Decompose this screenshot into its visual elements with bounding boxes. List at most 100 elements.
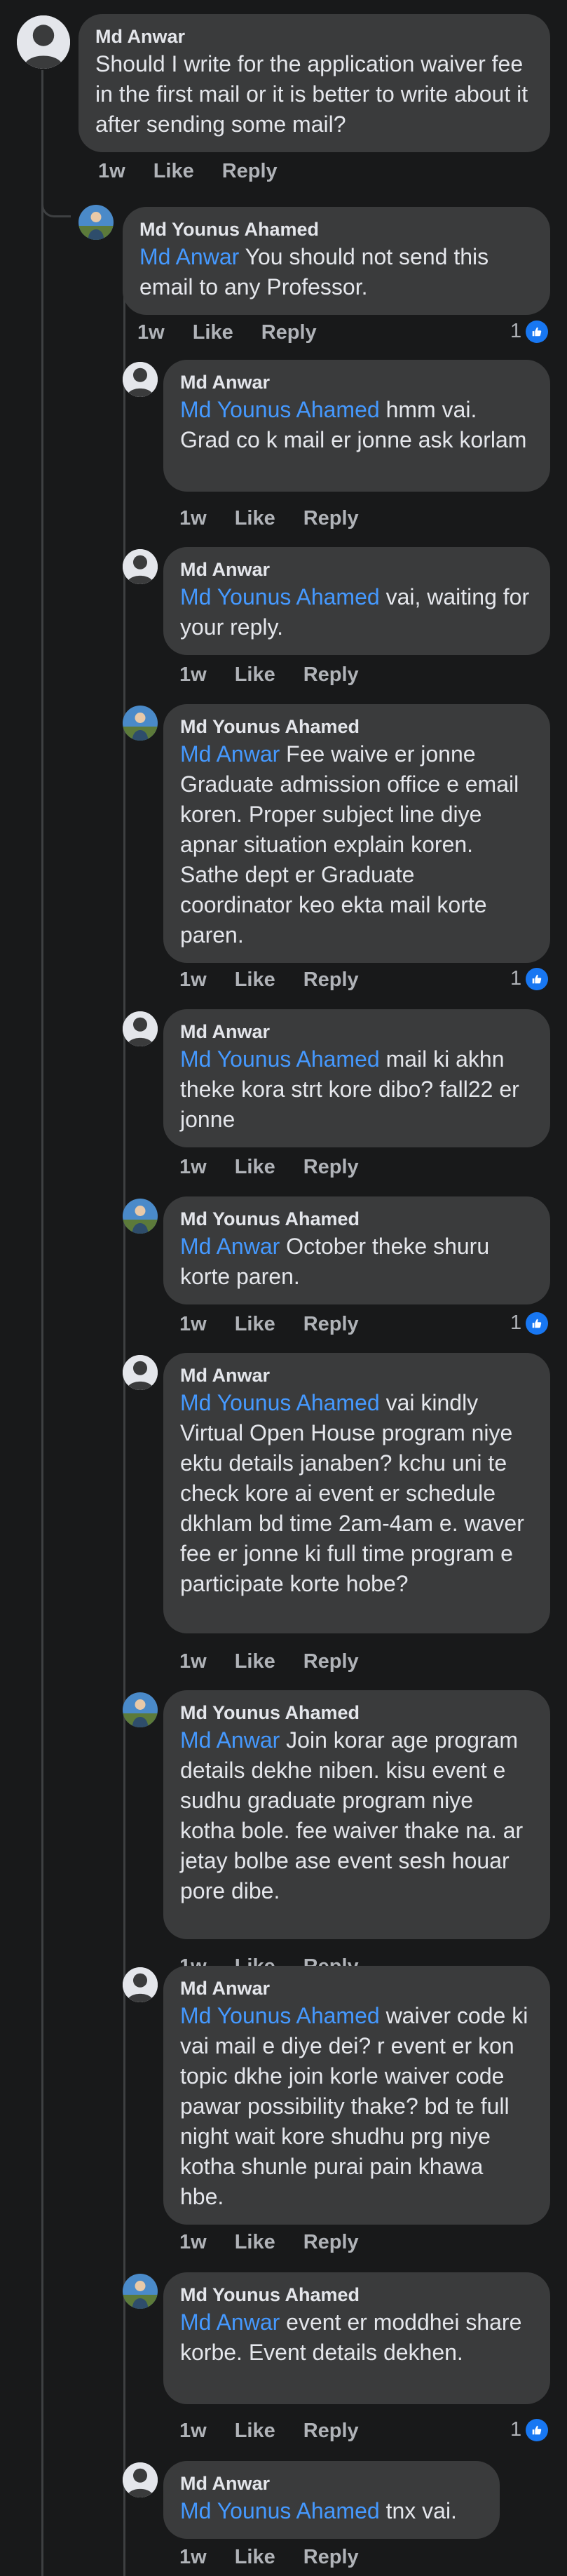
comment-timestamp[interactable]: 1w	[179, 506, 207, 531]
comment-author[interactable]: Md Anwar	[95, 24, 532, 49]
comment-actions: 1w Like Reply	[179, 506, 387, 531]
comment-timestamp[interactable]: 1w	[179, 2418, 207, 2443]
comment-text: Md Younus Ahamed hmm vai. Grad co k mail…	[180, 395, 532, 455]
reply-button[interactable]: Reply	[303, 2230, 359, 2255]
comment-text: Md Anwar October theke shuru korte paren…	[180, 1232, 532, 1292]
like-button[interactable]: Like	[235, 2544, 275, 2570]
avatar[interactable]	[123, 1967, 158, 2002]
reply-button[interactable]: Reply	[303, 2418, 359, 2443]
avatar[interactable]	[123, 1199, 158, 1234]
mention-link[interactable]: Md Anwar	[180, 2309, 280, 2335]
comment-author[interactable]: Md Anwar	[180, 370, 532, 395]
comment-author[interactable]: Md Younus Ahamed	[180, 2282, 532, 2307]
avatar[interactable]	[123, 362, 158, 397]
avatar[interactable]	[123, 1011, 158, 1046]
avatar[interactable]	[123, 2274, 158, 2309]
reply-button[interactable]: Reply	[303, 1649, 359, 1674]
reply-button[interactable]: Reply	[303, 662, 359, 687]
comment-bubble: Md Younus Ahamed Md Anwar Join korar age …	[163, 1690, 550, 1939]
avatar[interactable]	[123, 706, 158, 741]
comment-body: vai kindly Virtual Open House program ni…	[180, 1390, 524, 1596]
like-button[interactable]: Like	[235, 1649, 275, 1674]
comment-author[interactable]: Md Younus Ahamed	[180, 714, 532, 739]
comment-timestamp[interactable]: 1w	[98, 159, 125, 184]
mention-link[interactable]: Md Younus Ahamed	[180, 2003, 380, 2028]
comment-actions: 1w Like Reply	[98, 159, 306, 184]
reply-button[interactable]: Reply	[261, 320, 317, 345]
comment-timestamp[interactable]: 1w	[179, 967, 207, 992]
like-button[interactable]: Like	[235, 1311, 275, 1337]
reply-button[interactable]: Reply	[303, 967, 359, 992]
like-button[interactable]: Like	[235, 2230, 275, 2255]
mention-link[interactable]: Md Anwar	[139, 244, 239, 269]
mention-link[interactable]: Md Anwar	[180, 1727, 280, 1753]
comment-author[interactable]: Md Anwar	[180, 2471, 481, 2496]
mention-link[interactable]: Md Younus Ahamed	[180, 584, 380, 609]
reaction-count[interactable]: 1	[510, 1311, 549, 1335]
comment-author[interactable]: Md Younus Ahamed	[139, 217, 532, 242]
comment-actions: 1w Like Reply	[179, 2230, 387, 2255]
avatar[interactable]	[17, 15, 70, 69]
comment-text: Should I write for the application waive…	[95, 49, 532, 140]
reaction-count[interactable]: 1	[510, 967, 549, 990]
like-button[interactable]: Like	[153, 159, 194, 184]
comment-timestamp[interactable]: 1w	[179, 1311, 207, 1337]
comment-author[interactable]: Md Younus Ahamed	[180, 1700, 532, 1725]
comment-actions: 1w Like Reply	[179, 1154, 387, 1180]
mention-link[interactable]: Md Anwar	[180, 1234, 280, 1259]
comment-author[interactable]: Md Younus Ahamed	[180, 1206, 532, 1232]
comment-body: Should I write for the application waive…	[95, 51, 528, 137]
reply-button[interactable]: Reply	[303, 2544, 359, 2570]
comment-actions: 1w Like Reply	[179, 1649, 387, 1674]
comment-timestamp[interactable]: 1w	[179, 1154, 207, 1180]
comment-text: Md Anwar Fee waive er jonne Graduate adm…	[180, 739, 532, 950]
avatar[interactable]	[123, 2462, 158, 2497]
comment-timestamp[interactable]: 1w	[179, 2544, 207, 2570]
like-button[interactable]: Like	[235, 1154, 275, 1180]
mention-link[interactable]: Md Younus Ahamed	[180, 1046, 380, 1072]
comment-actions: 1w Like Reply	[179, 1311, 387, 1337]
thread-elbow	[41, 189, 71, 217]
reaction-count[interactable]: 1	[510, 2418, 549, 2441]
mention-link[interactable]: Md Younus Ahamed	[180, 2498, 380, 2523]
comment-bubble: Md Anwar Md Younus Ahamed mail ki akhn th…	[163, 1009, 550, 1147]
avatar[interactable]	[123, 1355, 158, 1390]
comment-actions: 1w Like Reply	[179, 967, 387, 992]
comment-text: Md Younus Ahamed tnx vai.	[180, 2496, 481, 2526]
like-reaction-icon	[526, 2418, 549, 2441]
comment-bubble: Md Younus Ahamed Md Anwar event er moddhe…	[163, 2272, 550, 2404]
comment-author[interactable]: Md Anwar	[180, 1976, 532, 2001]
reaction-count[interactable]: 1	[510, 320, 549, 343]
reaction-number: 1	[510, 967, 522, 990]
avatar[interactable]	[123, 1692, 158, 1727]
like-button[interactable]: Like	[235, 662, 275, 687]
comment-bubble: Md Anwar Should I write for the applicati…	[78, 14, 550, 152]
reply-button[interactable]: Reply	[303, 1311, 359, 1337]
like-button[interactable]: Like	[193, 320, 233, 345]
like-reaction-icon	[526, 1311, 549, 1335]
like-button[interactable]: Like	[235, 967, 275, 992]
comment-thread: Md Anwar Should I write for the applicati…	[0, 0, 567, 2576]
comment-timestamp[interactable]: 1w	[179, 1649, 207, 1674]
comment-author[interactable]: Md Anwar	[180, 1363, 532, 1388]
like-reaction-icon	[526, 967, 549, 990]
reply-button[interactable]: Reply	[222, 159, 278, 184]
avatar[interactable]	[78, 205, 114, 240]
mention-link[interactable]: Md Younus Ahamed	[180, 1390, 380, 1415]
mention-link[interactable]: Md Younus Ahamed	[180, 397, 380, 422]
comment-timestamp[interactable]: 1w	[179, 2230, 207, 2255]
reply-button[interactable]: Reply	[303, 506, 359, 531]
like-button[interactable]: Like	[235, 2418, 275, 2443]
reaction-number: 1	[510, 320, 522, 342]
comment-timestamp[interactable]: 1w	[179, 662, 207, 687]
comment-timestamp[interactable]: 1w	[137, 320, 165, 345]
comment-author[interactable]: Md Anwar	[180, 557, 532, 582]
like-button[interactable]: Like	[235, 506, 275, 531]
comment-body: tnx vai.	[379, 2498, 457, 2523]
comment-author[interactable]: Md Anwar	[180, 1019, 532, 1044]
avatar[interactable]	[123, 549, 158, 584]
mention-link[interactable]: Md Anwar	[180, 741, 280, 767]
comment-actions: 1w Like Reply	[179, 2418, 387, 2443]
reply-button[interactable]: Reply	[303, 1154, 359, 1180]
comment-bubble: Md Anwar Md Younus Ahamed vai, waiting fo…	[163, 547, 550, 655]
